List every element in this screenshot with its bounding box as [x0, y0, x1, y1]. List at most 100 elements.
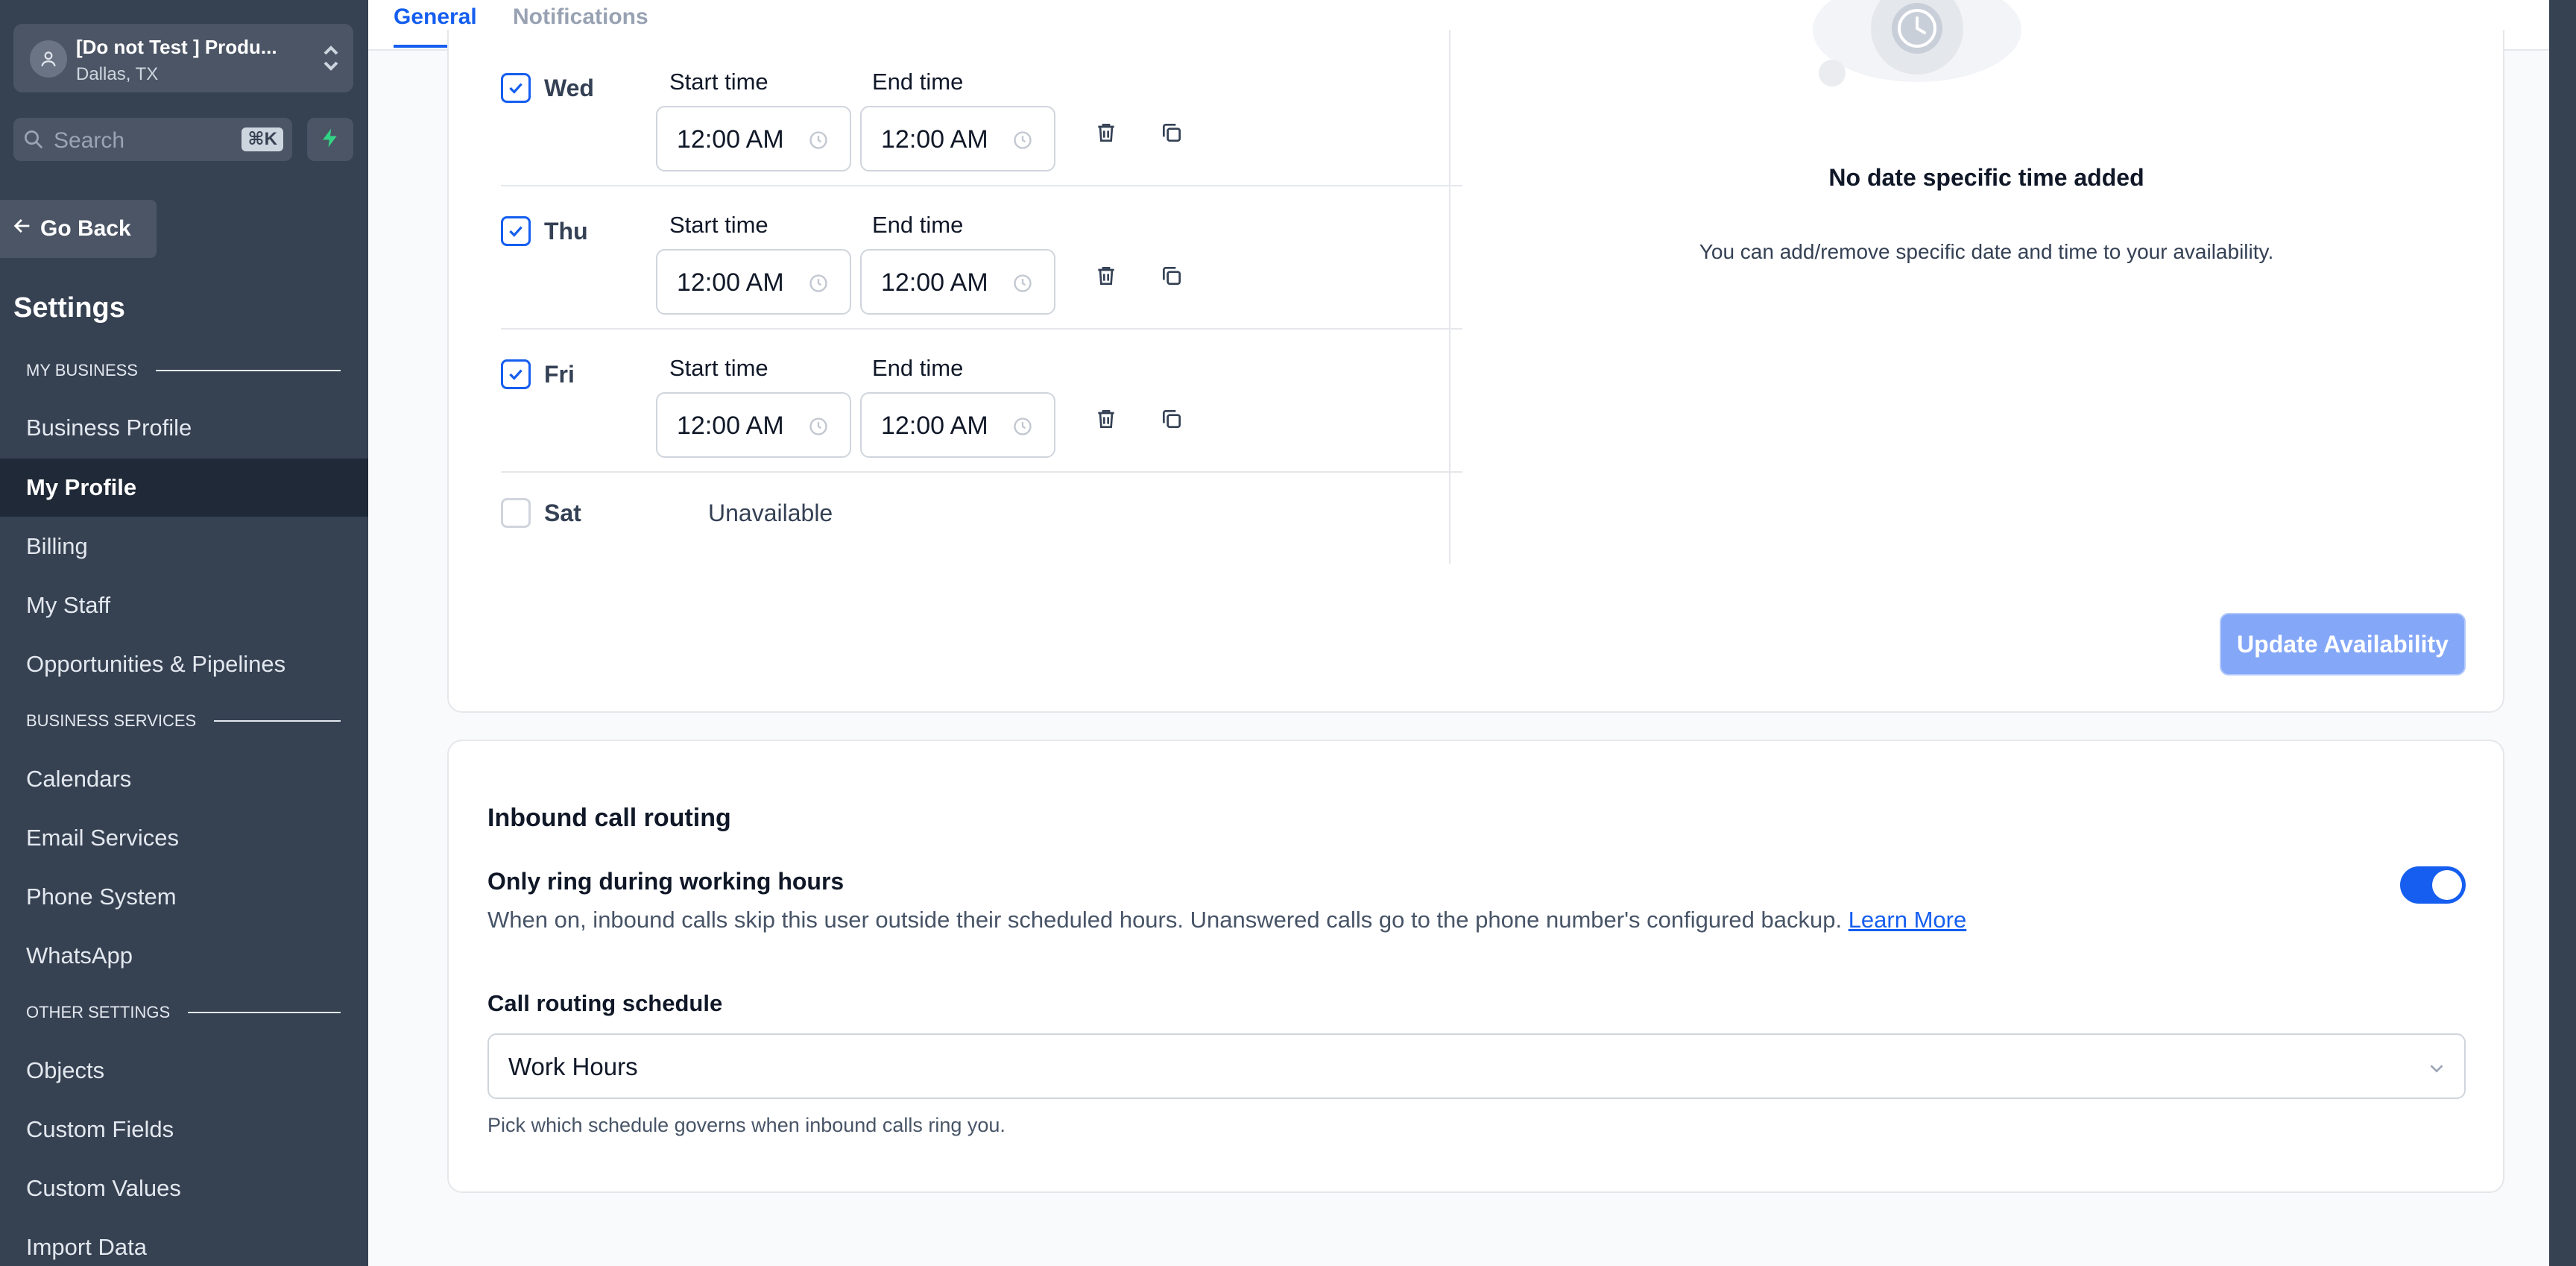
start-time-label: Start time [669, 355, 768, 381]
call-routing-title: Inbound call routing [487, 804, 731, 832]
delete-time-button[interactable] [1091, 406, 1121, 435]
tab-notifications[interactable]: Notifications [513, 4, 648, 30]
clock-icon [808, 416, 829, 441]
check-icon [509, 83, 523, 94]
window-edge [2549, 0, 2576, 1266]
sidebar-item-business-profile[interactable]: Business Profile [0, 399, 368, 457]
chevron-up-down-icon [321, 43, 341, 77]
clock-icon [1012, 130, 1033, 154]
column-divider [1449, 30, 1450, 564]
day-name-sat: Sat [544, 500, 581, 526]
sidebar-item-custom-fields[interactable]: Custom Fields [0, 1100, 368, 1159]
ring-working-hours-description: When on, inbound calls skip this user ou… [487, 907, 1966, 933]
day-name-wed: Wed [544, 75, 594, 101]
search-placeholder: Search [54, 128, 125, 153]
go-back-button[interactable]: Go Back [0, 200, 157, 258]
check-icon [509, 226, 523, 237]
sidebar-item-import-data[interactable]: Import Data [0, 1218, 368, 1266]
end-time-input-fri[interactable]: 12:00 AM [860, 392, 1055, 458]
empty-state-title: No date specific time added [1828, 164, 2144, 191]
sidebar: [Do not Test ] Produ... Dallas, TX Searc… [0, 0, 368, 1266]
trash-icon [1094, 121, 1118, 148]
section-other-settings: OTHER SETTINGS [26, 1003, 341, 1022]
section-label: MY BUSINESS [26, 361, 138, 380]
end-time-input-wed[interactable]: 12:00 AM [860, 106, 1055, 171]
trash-icon [1094, 407, 1118, 435]
section-my-business: MY BUSINESS [26, 361, 341, 380]
day-checkbox-thu[interactable] [501, 216, 531, 246]
location-city: Dallas, TX [76, 64, 159, 84]
sidebar-item-my-staff[interactable]: My Staff [0, 576, 368, 634]
start-time-input-fri[interactable]: 12:00 AM [656, 392, 851, 458]
end-time-input-thu[interactable]: 12:00 AM [860, 249, 1055, 315]
row-divider [501, 328, 1462, 330]
sidebar-item-opportunities[interactable]: Opportunities & Pipelines [0, 635, 368, 693]
end-time-value: 12:00 AM [881, 125, 988, 154]
section-business-services: BUSINESS SERVICES [26, 711, 341, 731]
delete-time-button[interactable] [1091, 119, 1121, 149]
update-availability-button[interactable]: Update Availability [2220, 613, 2466, 675]
sidebar-item-whatsapp[interactable]: WhatsApp [0, 927, 368, 985]
end-time-label: End time [872, 212, 964, 238]
end-time-value: 12:00 AM [881, 412, 988, 440]
divider [155, 370, 341, 371]
start-time-value: 12:00 AM [677, 268, 784, 297]
copy-icon [1160, 407, 1184, 435]
call-routing-card: Inbound call routing Only ring during wo… [447, 740, 2504, 1193]
go-back-label: Go Back [40, 216, 131, 241]
sidebar-item-email-services[interactable]: Email Services [0, 809, 368, 867]
copy-time-button[interactable] [1157, 406, 1187, 435]
section-label: OTHER SETTINGS [26, 1003, 171, 1021]
schedule-help-text: Pick which schedule governs when inbound… [487, 1114, 1006, 1136]
check-icon [509, 369, 523, 380]
learn-more-link[interactable]: Learn More [1849, 907, 1967, 933]
clock-illustration-icon [1805, 0, 2029, 123]
end-time-label: End time [872, 69, 964, 95]
quick-actions-button[interactable] [307, 118, 353, 161]
start-time-label: Start time [669, 212, 768, 238]
row-divider [501, 185, 1462, 186]
start-time-value: 12:00 AM [677, 412, 784, 440]
app-root: [Do not Test ] Produ... Dallas, TX Searc… [0, 0, 2576, 1266]
tab-general[interactable]: General [394, 4, 477, 48]
arrow-left-icon [12, 215, 33, 242]
start-time-value: 12:00 AM [677, 125, 784, 154]
schedule-select[interactable]: Work Hours [487, 1033, 2466, 1099]
day-checkbox-sat[interactable] [501, 498, 531, 528]
delete-time-button[interactable] [1091, 262, 1121, 292]
lightning-bolt-icon [319, 127, 341, 153]
section-label: BUSINESS SERVICES [26, 711, 197, 730]
clock-icon [808, 273, 829, 297]
sidebar-item-objects[interactable]: Objects [0, 1042, 368, 1100]
day-name-fri: Fri [544, 361, 575, 388]
copy-time-button[interactable] [1157, 262, 1187, 292]
settings-title: Settings [13, 292, 125, 324]
ring-working-hours-label: Only ring during working hours [487, 868, 845, 895]
sidebar-item-my-profile[interactable]: My Profile [0, 459, 368, 517]
sidebar-item-custom-values[interactable]: Custom Values [0, 1159, 368, 1218]
day-checkbox-wed[interactable] [501, 73, 531, 103]
end-time-label: End time [872, 355, 964, 381]
toggle-knob [2432, 870, 2462, 900]
copy-time-button[interactable] [1157, 119, 1187, 149]
start-time-input-thu[interactable]: 12:00 AM [656, 249, 851, 315]
description-text: When on, inbound calls skip this user ou… [487, 907, 1843, 933]
trash-icon [1094, 264, 1118, 292]
location-switcher[interactable]: [Do not Test ] Produ... Dallas, TX [13, 24, 353, 92]
sidebar-item-calendars[interactable]: Calendars [0, 750, 368, 808]
day-checkbox-fri[interactable] [501, 359, 531, 389]
location-name: [Do not Test ] Produ... [76, 36, 277, 58]
search-icon [22, 128, 45, 154]
ring-working-hours-toggle[interactable] [2400, 866, 2466, 904]
search-input[interactable]: Search ⌘K [13, 118, 292, 161]
start-time-label: Start time [669, 69, 768, 95]
empty-state-subtitle: You can add/remove specific date and tim… [1699, 240, 2274, 263]
copy-icon [1160, 121, 1184, 148]
sidebar-item-billing[interactable]: Billing [0, 517, 368, 576]
schedule-selected-value: Work Hours [508, 1053, 638, 1080]
row-divider [501, 471, 1462, 473]
search-shortcut-badge: ⌘K [242, 127, 283, 151]
sidebar-item-phone-system[interactable]: Phone System [0, 868, 368, 926]
schedule-label: Call routing schedule [487, 990, 723, 1016]
start-time-input-wed[interactable]: 12:00 AM [656, 106, 851, 171]
